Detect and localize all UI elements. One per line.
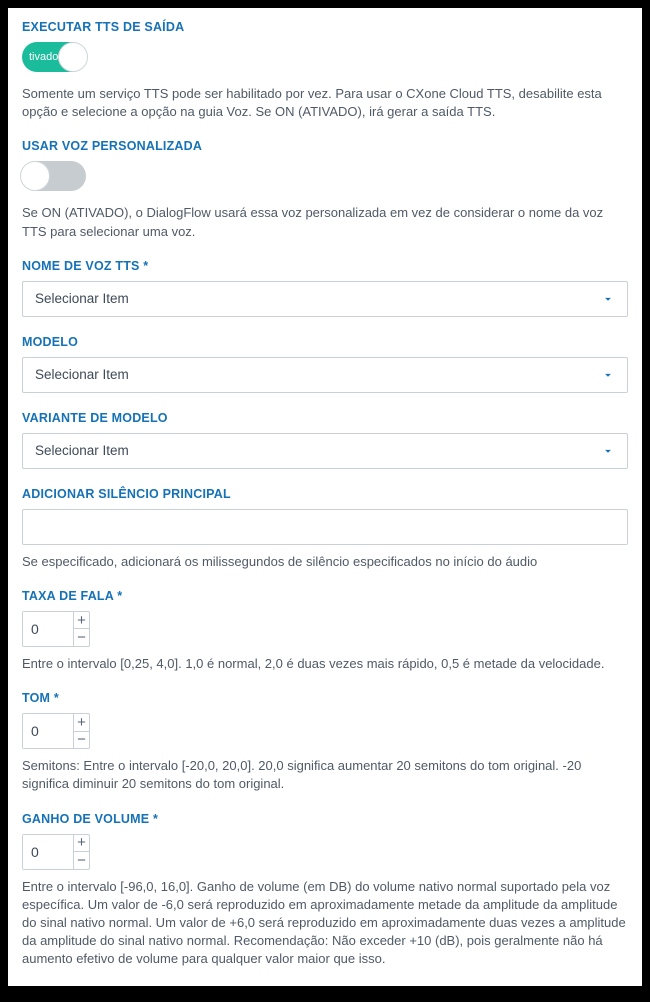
plus-icon: + [77,715,86,730]
stepper-buttons: + − [73,835,89,869]
voice-name-section: NOME DE VOZ TTS * Selecionar Item [22,259,628,317]
model-selected: Selecionar Item [35,367,129,382]
pitch-label: TOM * [22,691,628,705]
leading-silence-help: Se especificado, adicionará os milissegu… [22,553,628,571]
custom-voice-label: USAR VOZ PERSONALIZADA [22,139,628,153]
stepper-buttons: + − [73,612,89,646]
stepper-up-button[interactable]: + [74,612,89,630]
speech-rate-section: TAXA DE FALA * + − Entre o intervalo [0,… [22,589,628,673]
execute-tts-help: Somente um serviço TTS pode ser habilita… [22,85,628,121]
model-label: MODELO [22,335,628,349]
stepper-down-button[interactable]: − [74,629,89,646]
leading-silence-label: ADICIONAR SILÊNCIO PRINCIPAL [22,487,628,501]
leading-silence-input[interactable] [22,509,628,545]
stepper-down-button[interactable]: − [74,852,89,869]
speech-rate-help: Entre o intervalo [0,25, 4,0]. 1,0 é nor… [22,655,628,673]
minus-icon: − [77,853,86,868]
chevron-down-icon [601,368,615,382]
execute-tts-toggle[interactable]: tivado [22,42,86,72]
pitch-help: Semitons: Entre o intervalo [-20,0, 20,0… [22,757,628,793]
pitch-input[interactable] [23,714,73,748]
speech-rate-label: TAXA DE FALA * [22,589,628,603]
voice-name-label: NOME DE VOZ TTS * [22,259,628,273]
speech-rate-input[interactable] [23,612,73,646]
stepper-up-button[interactable]: + [74,714,89,732]
voice-name-selected: Selecionar Item [35,291,129,306]
chevron-down-icon [601,444,615,458]
model-variant-select[interactable]: Selecionar Item [22,433,628,469]
minus-icon: − [77,732,86,747]
toggle-knob-icon [20,161,50,191]
model-variant-section: VARIANTE DE MODELO Selecionar Item [22,411,628,469]
minus-icon: − [77,630,86,645]
stepper-up-button[interactable]: + [74,835,89,853]
execute-tts-label: EXECUTAR TTS DE SAÍDA [22,20,628,34]
custom-voice-section: USAR VOZ PERSONALIZADA Se ON (ATIVADO), … [22,139,628,240]
plus-icon: + [77,835,86,850]
volume-gain-input[interactable] [23,835,73,869]
custom-voice-toggle[interactable] [22,161,86,191]
execute-tts-section: EXECUTAR TTS DE SAÍDA tivado Somente um … [22,20,628,121]
pitch-section: TOM * + − Semitons: Entre o intervalo [-… [22,691,628,793]
custom-voice-help: Se ON (ATIVADO), o DialogFlow usará essa… [22,204,628,240]
pitch-stepper: + − [22,713,90,749]
volume-gain-help: Entre o intervalo [-96,0, 16,0]. Ganho d… [22,878,628,969]
volume-gain-section: GANHO DE VOLUME * + − Entre o intervalo … [22,812,628,969]
volume-gain-stepper: + − [22,834,90,870]
model-select[interactable]: Selecionar Item [22,357,628,393]
chevron-down-icon [601,292,615,306]
toggle-state-label: tivado [29,51,58,63]
volume-gain-label: GANHO DE VOLUME * [22,812,628,826]
tts-settings-panel: EXECUTAR TTS DE SAÍDA tivado Somente um … [8,8,642,986]
model-section: MODELO Selecionar Item [22,335,628,393]
speech-rate-stepper: + − [22,611,90,647]
plus-icon: + [77,613,86,628]
model-variant-label: VARIANTE DE MODELO [22,411,628,425]
voice-name-select[interactable]: Selecionar Item [22,281,628,317]
leading-silence-section: ADICIONAR SILÊNCIO PRINCIPAL Se especifi… [22,487,628,571]
stepper-down-button[interactable]: − [74,732,89,749]
stepper-buttons: + − [73,714,89,748]
toggle-knob-icon [58,42,88,72]
model-variant-selected: Selecionar Item [35,443,129,458]
